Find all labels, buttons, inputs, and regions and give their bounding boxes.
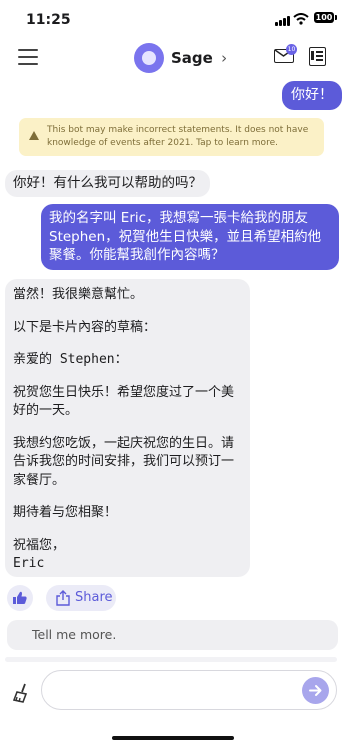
wifi-icon <box>293 13 309 25</box>
status-time: 11:25 <box>26 12 71 28</box>
thumbs-up-icon <box>13 591 27 604</box>
notification-badge: 10 <box>286 44 297 55</box>
signal-icon <box>275 16 290 26</box>
user-message: 你好！ <box>282 81 342 110</box>
divider <box>5 657 337 662</box>
message-line: 祝福您， <box>13 537 66 553</box>
bot-name-button[interactable]: Sage › <box>171 49 227 67</box>
hamburger-icon[interactable] <box>18 49 38 65</box>
bot-message: 當然！我很樂意幫忙。 以下是卡片內容的草稿： 亲爱的 Stephen： 祝贺您生… <box>5 279 250 577</box>
battery-icon: 100 <box>314 12 337 23</box>
share-icon <box>56 590 70 606</box>
bot-message: 你好！有什么我可以帮助的吗？ <box>5 170 210 197</box>
message-line: 當然！我很樂意幫忙。 <box>13 287 144 302</box>
message-input[interactable] <box>41 670 337 710</box>
bot-name: Sage <box>171 49 213 67</box>
share-label: Share <box>75 590 113 605</box>
disclaimer-banner[interactable]: This bot may make incorrect statements. … <box>19 118 324 156</box>
message-line: 以下是卡片內容的草稿： <box>13 319 157 335</box>
message-input-field[interactable] <box>56 680 300 697</box>
bot-avatar[interactable] <box>134 43 164 73</box>
chevron-right-icon: › <box>221 49 228 67</box>
broom-icon[interactable] <box>12 682 34 704</box>
share-button[interactable]: Share <box>46 585 116 611</box>
suggested-reply[interactable]: Tell me more. <box>7 620 338 650</box>
like-button[interactable] <box>7 585 33 611</box>
message-line: Eric <box>13 556 45 571</box>
message-line: 祝贺您生日快乐！希望您度过了一个美好的一天。 <box>13 384 235 419</box>
suggested-reply-text: Tell me more. <box>32 627 117 642</box>
disclaimer-text: This bot may make incorrect statements. … <box>47 125 309 148</box>
arrow-right-icon <box>309 685 322 696</box>
message-line: 期待着与您相聚！ <box>13 505 118 520</box>
user-message: 我的名字叫 Eric，我想寫一張卡給我的朋友 Stephen，祝賀他生日快樂，並… <box>41 204 339 270</box>
message-line: 亲爱的 Stephen： <box>13 352 128 367</box>
warning-triangle-icon <box>29 131 39 140</box>
home-indicator <box>112 736 234 740</box>
document-icon[interactable] <box>309 47 326 66</box>
send-button[interactable] <box>302 677 329 704</box>
message-line: 我想约您吃饭，一起庆祝您的生日。请告诉我您的时间安排，我们可以预订一家餐厅。 <box>13 435 235 488</box>
